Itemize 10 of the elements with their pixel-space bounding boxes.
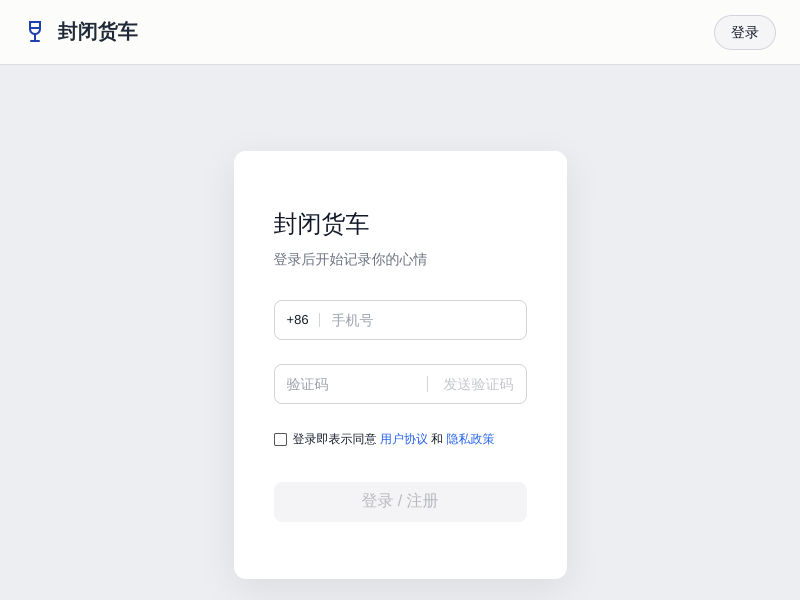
agreement-link[interactable]: 隐私政策 bbox=[446, 432, 495, 446]
agreement-text: 登录即表示同意 用户协议 和 隐私政策 bbox=[292, 431, 495, 448]
agreement-checkbox[interactable] bbox=[274, 432, 286, 446]
card-subtitle: 登录后开始记录你的心情 bbox=[274, 250, 428, 269]
card-title: 封闭货车 bbox=[274, 210, 370, 240]
country-code[interactable]: +86 bbox=[286, 313, 320, 327]
agreement-link[interactable]: 用户协议 bbox=[380, 432, 428, 446]
phone-field[interactable]: +86 手机号 bbox=[274, 300, 526, 340]
login-button[interactable]: 登录 bbox=[714, 14, 776, 50]
brand-name: 封闭货车 bbox=[58, 20, 138, 45]
